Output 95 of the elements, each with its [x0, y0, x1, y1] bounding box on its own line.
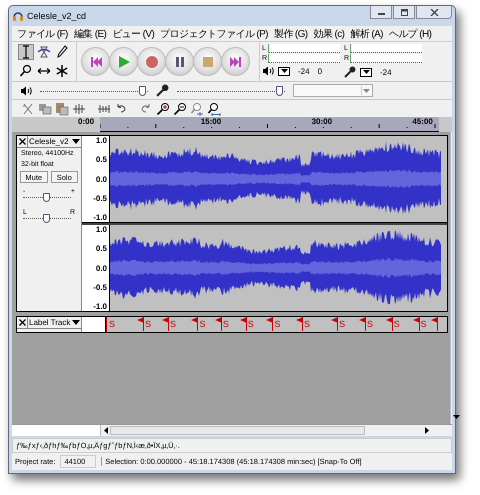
pencil-icon [55, 45, 69, 59]
menu-item[interactable]: ヘルプ (H) [386, 26, 434, 40]
track-name-menu[interactable]: Label Track [28, 317, 81, 328]
headphones-icon [12, 10, 24, 22]
skip-end-button[interactable] [221, 47, 250, 76]
skip-start-button[interactable] [81, 47, 110, 76]
caret-icon [72, 320, 80, 325]
scroll-left-icon[interactable] [104, 427, 108, 434]
tool-button[interactable] [20, 101, 35, 116]
menu-item[interactable]: 解析 (A) [348, 26, 385, 40]
window-title: Celesle_v2_cd [27, 11, 86, 21]
close-icon [18, 138, 26, 145]
meter-scale-label: 0 [318, 66, 322, 76]
caret-icon [362, 70, 370, 74]
time-label: 30:00 [312, 117, 332, 127]
menu-item[interactable]: ビュー (V) [110, 26, 156, 40]
level-meter [350, 44, 422, 52]
envelope-icon [37, 45, 51, 59]
meter-menu-button[interactable] [360, 68, 372, 76]
level-meter [268, 44, 340, 52]
minimize-button[interactable] [370, 6, 392, 19]
microphone-icon [344, 66, 356, 78]
menu-item[interactable]: プロジェクトファイル (P) [158, 26, 270, 40]
speaker-icon [262, 66, 274, 76]
meter-menu-button[interactable] [278, 66, 290, 76]
tool-icon [20, 102, 34, 116]
copy-button[interactable] [37, 101, 52, 116]
record-icon [144, 54, 158, 68]
skip-start-icon [88, 54, 102, 68]
meter-scale-label: -24 [298, 66, 310, 76]
scrollbar-thumb[interactable] [110, 426, 365, 435]
volume-slider[interactable] [177, 84, 285, 96]
amplitude-label: 0.5 [96, 244, 107, 254]
amplitude-label: 0.5 [96, 155, 107, 164]
input-device-dropdown[interactable] [293, 84, 373, 97]
record-button[interactable] [137, 47, 166, 76]
amplitude-label: 1.0 [96, 225, 107, 234]
zoom-icon [19, 64, 33, 78]
zoom-fit-icon [206, 102, 220, 116]
text-cursor-tool-button[interactable] [18, 44, 34, 60]
asterisk-icon [55, 64, 69, 78]
time-label: 45:00 [412, 117, 433, 127]
scroll-down-icon[interactable] [453, 415, 460, 419]
zoom-tool-button[interactable] [18, 62, 34, 78]
zoom-out-icon [172, 102, 186, 116]
maximize-icon [400, 8, 408, 16]
amplitude-label: -1.0 [93, 213, 107, 222]
amplitude-label: 1.0 [96, 136, 107, 145]
paste-button[interactable] [54, 101, 69, 116]
zoom-in-icon [156, 102, 170, 116]
volume-slider[interactable] [40, 84, 148, 96]
play-icon [116, 54, 130, 68]
copy-icon [38, 102, 52, 116]
paste-icon [54, 102, 68, 116]
trim-button[interactable] [71, 101, 86, 116]
scroll-right-icon[interactable] [425, 427, 429, 434]
track-name-menu[interactable]: Celesle_v2 [28, 136, 81, 147]
menu-item[interactable]: 製作 (G) [272, 26, 310, 40]
horizontal-scrollbar[interactable] [12, 424, 452, 436]
menu-item[interactable]: 効果 (c) [312, 26, 346, 40]
amplitude-label: -0.5 [93, 194, 107, 203]
meter-scale-label: -24 [380, 68, 392, 76]
zoom-selection-icon [190, 102, 204, 116]
amplitude-label: -0.5 [93, 282, 107, 292]
menu-item[interactable]: 編集 (E) [72, 26, 108, 40]
envelope-tool-button[interactable] [36, 44, 52, 60]
amplitude-label: 0.0 [96, 264, 107, 272]
speaker-icon [20, 86, 32, 96]
level-meter [268, 54, 340, 62]
amplitude-label: 0.0 [96, 174, 107, 184]
caret-icon [72, 139, 80, 144]
level-meter [350, 54, 422, 62]
skip-end-icon [228, 54, 242, 68]
close-icon [18, 319, 26, 326]
redo-icon [138, 102, 152, 116]
play-button[interactable] [109, 47, 138, 76]
zoom-out-button[interactable] [172, 101, 187, 116]
caret-icon [363, 88, 370, 92]
microphone-icon [156, 84, 169, 97]
menu-item[interactable]: ファイル (F) [15, 26, 70, 40]
zoom-in-button[interactable] [155, 101, 170, 116]
amplitude-label: -1.0 [93, 302, 107, 311]
time-label: 0:00 [78, 117, 94, 127]
close-button[interactable] [416, 6, 452, 19]
close-icon [430, 8, 438, 16]
pause-button[interactable] [165, 47, 194, 76]
time-label: 15:00 [200, 117, 222, 127]
stop-icon [200, 54, 214, 68]
zoom-fit-button[interactable] [206, 101, 221, 116]
asterisk-tool-button[interactable] [54, 62, 70, 78]
maximize-button[interactable] [393, 6, 415, 19]
zoom-selection-button[interactable] [189, 101, 204, 116]
trim-icon [72, 102, 86, 116]
caret-icon [280, 69, 288, 73]
timeline-ruler[interactable] [100, 117, 439, 132]
